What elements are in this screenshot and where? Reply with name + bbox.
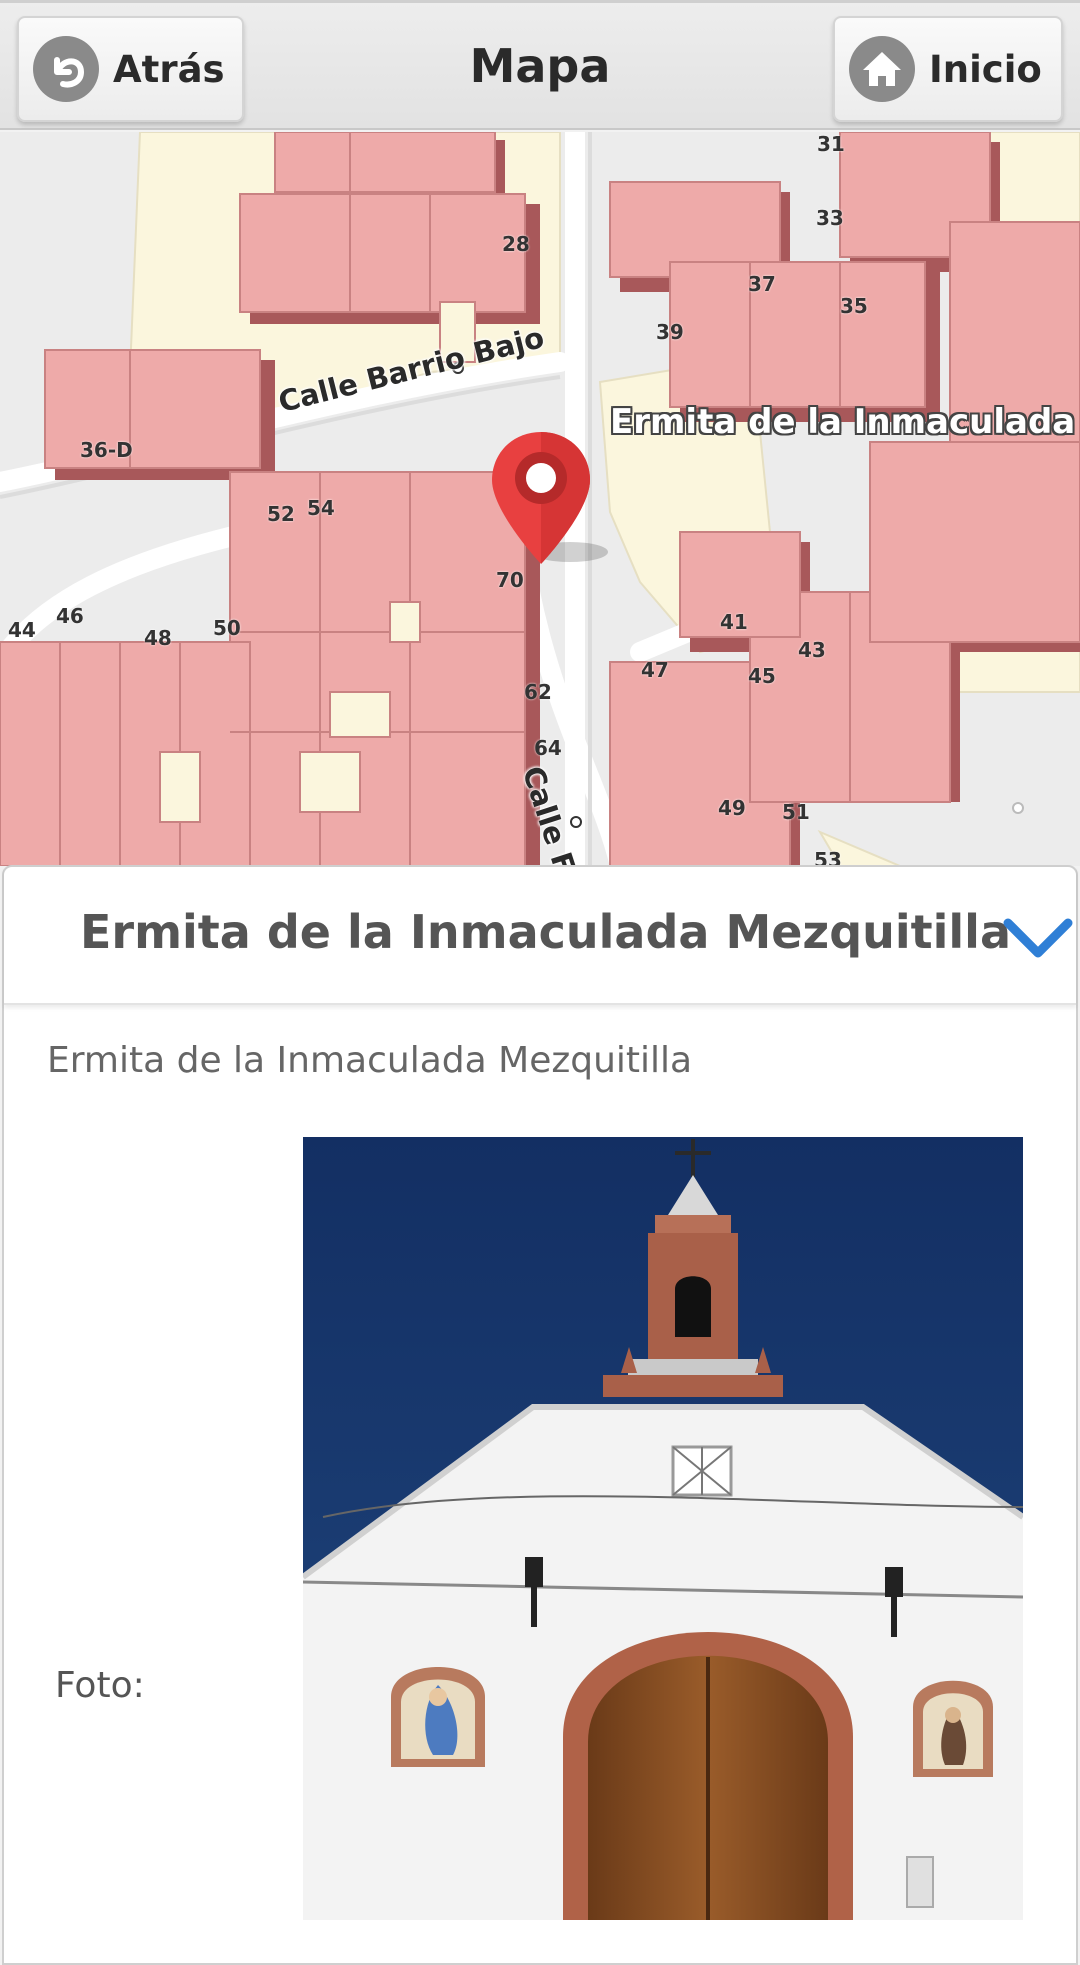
house-number: 50 — [213, 616, 241, 640]
house-number: 36-D — [80, 438, 133, 462]
house-number: 70 — [496, 568, 524, 592]
back-arrow-icon — [33, 36, 99, 102]
chevron-down-icon[interactable] — [1002, 907, 1074, 967]
map-poi-label[interactable]: Ermita de la Inmaculada Me — [610, 402, 1080, 442]
house-number: 43 — [798, 638, 826, 662]
house-number: 46 — [56, 604, 84, 628]
house-number: 48 — [144, 626, 172, 650]
panel-header[interactable]: Ermita de la Inmaculada Mezquitilla — [4, 867, 1076, 1005]
house-number: 31 — [817, 132, 845, 156]
house-number: 64 — [534, 736, 562, 760]
place-name: Ermita de la Inmaculada Mezquitilla — [47, 1040, 693, 1081]
house-number: 37 — [748, 272, 776, 296]
home-button-label: Inicio — [929, 47, 1042, 91]
home-button[interactable]: Inicio — [833, 16, 1063, 122]
house-number: 49 — [718, 796, 746, 820]
house-number: 44 — [8, 618, 36, 642]
back-button-label: Atrás — [113, 47, 225, 91]
house-number: 45 — [748, 664, 776, 688]
house-number: 53 — [814, 848, 842, 866]
back-button[interactable]: Atrás — [17, 16, 244, 122]
house-number: 35 — [840, 294, 868, 318]
house-number: 47 — [641, 658, 669, 682]
house-number: 33 — [816, 206, 844, 230]
house-number: 39 — [656, 320, 684, 344]
house-number: 28 — [502, 232, 530, 256]
top-toolbar: Atrás Mapa Inicio — [0, 0, 1080, 130]
panel-title: Ermita de la Inmaculada Mezquitilla — [80, 905, 1011, 959]
house-number: 51 — [782, 800, 810, 824]
house-number: 41 — [720, 610, 748, 634]
map-view[interactable]: Calle Barrio Bajo Calle Fuente Ermita de… — [0, 132, 1080, 866]
location-pin-icon[interactable] — [488, 428, 594, 568]
house-number: 52 — [267, 502, 295, 526]
house-number: 62 — [524, 680, 552, 704]
house-number: 54 — [307, 496, 335, 520]
page-title: Mapa — [469, 39, 611, 93]
church-photo — [303, 1137, 1023, 1920]
photo-label: Foto: — [55, 1665, 145, 1706]
home-icon — [849, 36, 915, 102]
